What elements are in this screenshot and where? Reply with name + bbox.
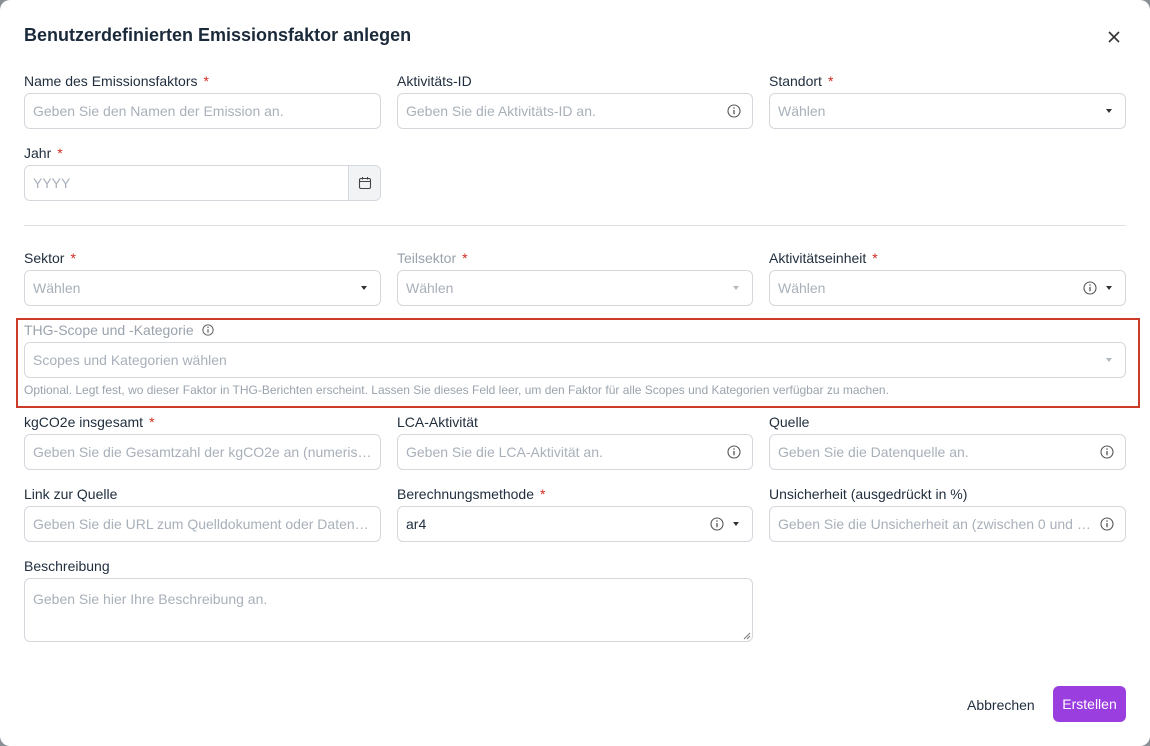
- name-label: Name des Emissionsfaktors *: [24, 73, 209, 89]
- info-icon: [727, 445, 741, 459]
- description-textarea[interactable]: Geben Sie hier Ihre Beschreibung an.: [24, 578, 753, 642]
- info-icon: [1100, 445, 1114, 459]
- sector-label: Sektor *: [24, 250, 76, 266]
- kgco2e-total-input[interactable]: Geben Sie die Gesamtzahl der kgCO2e an (…: [24, 434, 381, 470]
- activity-unit-label: Aktivitätseinheit *: [769, 250, 878, 266]
- year-label: Jahr *: [24, 145, 63, 161]
- source-link-input[interactable]: Geben Sie die URL zum Quelldokument oder…: [24, 506, 381, 542]
- location-select[interactable]: Wählen: [769, 93, 1126, 129]
- info-icon[interactable]: [201, 324, 214, 336]
- lca-activity-label: LCA-Aktivität: [397, 414, 478, 430]
- calendar-icon: [358, 177, 372, 190]
- calc-method-label: Berechnungsmethode *: [397, 486, 546, 502]
- chevron-down-icon: [733, 522, 739, 526]
- source-input[interactable]: Geben Sie die Datenquelle an.: [769, 434, 1126, 470]
- chevron-down-icon: [1106, 109, 1112, 113]
- create-button[interactable]: Erstellen: [1053, 686, 1126, 722]
- location-label: Standort *: [769, 73, 834, 89]
- activity-id-input[interactable]: Geben Sie die Aktivitäts-ID an.: [397, 93, 753, 129]
- source-label: Quelle: [769, 414, 810, 430]
- ghg-scope-select[interactable]: Scopes und Kategorien wählen: [24, 342, 1126, 378]
- info-icon: [1100, 517, 1114, 531]
- source-link-label: Link zur Quelle: [24, 486, 118, 502]
- dialog-title: Benutzerdefinierten Emissionsfaktor anle…: [24, 25, 412, 45]
- uncertainty-input[interactable]: Geben Sie die Unsicherheit an (zwischen …: [769, 506, 1126, 542]
- chevron-down-icon: [1106, 358, 1112, 362]
- resize-handle-icon[interactable]: [743, 632, 751, 640]
- subsector-select[interactable]: Wählen: [397, 270, 753, 306]
- activity-unit-select[interactable]: Wählen: [769, 270, 1126, 306]
- kgco2e-total-label: kgCO2e insgesamt *: [24, 414, 155, 430]
- info-icon: [1083, 281, 1097, 295]
- name-input[interactable]: Geben Sie den Namen der Emission an.: [24, 93, 381, 129]
- subsector-label: Teilsektor *: [397, 250, 468, 266]
- section-divider: [24, 225, 1126, 226]
- lca-activity-input[interactable]: Geben Sie die LCA-Aktivität an.: [397, 434, 753, 470]
- ghg-scope-help-text: Optional. Legt fest, wo dieser Faktor in…: [24, 383, 889, 397]
- sector-select[interactable]: Wählen: [24, 270, 381, 306]
- chevron-down-icon: [1106, 286, 1112, 290]
- ghg-scope-label: THG-Scope und -Kategorie: [24, 322, 214, 338]
- create-emission-factor-dialog: Benutzerdefinierten Emissionsfaktor anle…: [0, 0, 1150, 746]
- activity-id-label: Aktivitäts-ID: [397, 73, 472, 89]
- info-icon: [710, 517, 724, 531]
- info-icon: [727, 104, 741, 118]
- chevron-down-icon: [733, 286, 739, 290]
- uncertainty-label: Unsicherheit (ausgedrückt in %): [769, 486, 968, 502]
- close-icon[interactable]: [1104, 27, 1124, 47]
- year-input[interactable]: YYYY: [24, 165, 381, 201]
- description-label: Beschreibung: [24, 558, 110, 574]
- chevron-down-icon: [361, 286, 367, 290]
- cancel-button[interactable]: Abbrechen: [962, 690, 1040, 720]
- calc-method-select[interactable]: ar4: [397, 506, 753, 542]
- calendar-button[interactable]: [348, 166, 380, 200]
